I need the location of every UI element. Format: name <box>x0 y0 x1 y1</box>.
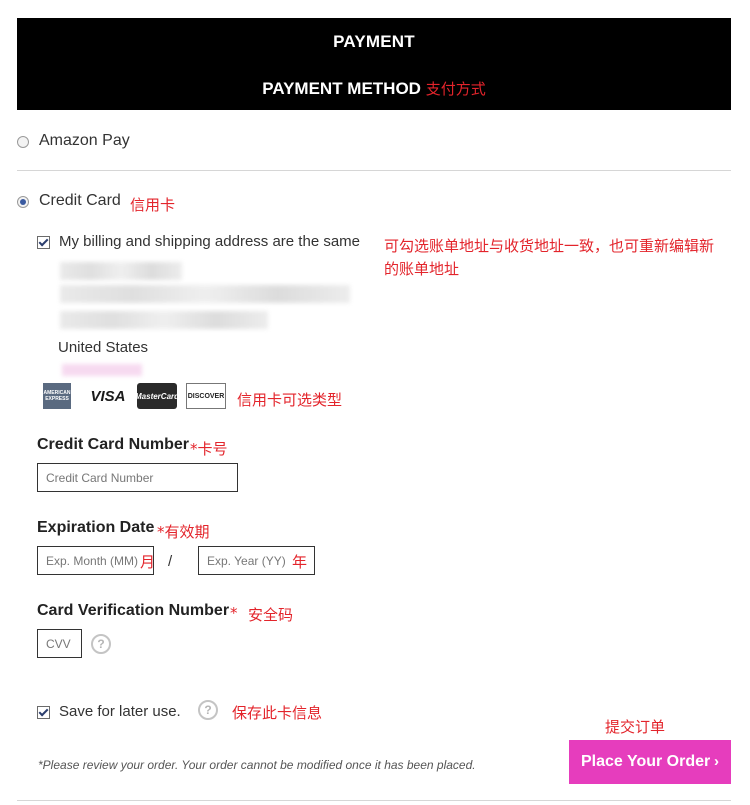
credit-card-radio[interactable] <box>17 196 29 208</box>
exp-separator: / <box>168 553 173 570</box>
exp-year-note: 年 <box>292 553 308 571</box>
same-address-checkbox[interactable] <box>37 236 50 249</box>
place-order-label: Place Your Order <box>581 753 711 770</box>
redacted-address-line <box>60 285 350 303</box>
credit-card-label[interactable]: Credit Card <box>39 192 121 210</box>
redacted-phone <box>62 364 142 376</box>
exp-month-input[interactable] <box>37 546 154 575</box>
amex-card-icon: AMERICAN EXPRESS <box>43 383 71 409</box>
cvv-note: 安全码 <box>248 606 294 624</box>
same-address-label[interactable]: My billing and shipping address are the … <box>59 233 360 250</box>
section-title: PAYMENT METHOD 支付方式 <box>17 78 731 99</box>
cvv-help-icon[interactable]: ? <box>91 634 111 654</box>
billing-country: United States <box>58 339 149 356</box>
redacted-address-line <box>60 311 268 329</box>
amazon-pay-radio[interactable] <box>17 136 29 148</box>
discover-card-icon: DISCOVER <box>186 383 226 409</box>
save-card-label[interactable]: Save for later use. <box>59 703 181 720</box>
section-title-note: 支付方式 <box>425 80 486 98</box>
billing-note-line1: 可勾选账单地址与收货地址一致，也可重新编辑新 <box>384 237 715 255</box>
visa-card-icon: VISA <box>90 387 126 405</box>
cvv-label: Card Verification Number <box>37 602 230 619</box>
chevron-right-icon: › <box>714 753 719 770</box>
expiration-required: *有效期 <box>157 523 210 541</box>
mastercard-card-icon: MasterCard <box>135 383 179 409</box>
order-disclaimer: *Please review your order. Your order ca… <box>38 758 476 772</box>
divider <box>17 170 731 171</box>
credit-card-note: 信用卡 <box>130 196 176 214</box>
card-types-note: 信用卡可选类型 <box>237 391 343 409</box>
place-order-button[interactable]: Place Your Order › <box>569 740 731 784</box>
card-number-required: *卡号 <box>190 440 228 458</box>
section-title-text: PAYMENT METHOD <box>262 79 421 98</box>
save-card-checkbox[interactable] <box>37 706 50 719</box>
amazon-pay-label[interactable]: Amazon Pay <box>39 132 130 150</box>
payment-header: PAYMENT PAYMENT METHOD 支付方式 <box>17 18 731 110</box>
card-number-label: Credit Card Number <box>37 436 190 453</box>
billing-note-line2: 的账单地址 <box>384 260 460 278</box>
cvv-input[interactable] <box>37 629 82 658</box>
place-order-note: 提交订单 <box>605 718 666 736</box>
exp-month-note: 月 <box>140 553 156 571</box>
divider <box>17 800 731 801</box>
cvv-required: * <box>230 604 238 622</box>
expiration-label: Expiration Date <box>37 519 155 536</box>
save-card-note: 保存此卡信息 <box>232 704 323 722</box>
save-help-icon[interactable]: ? <box>198 700 218 720</box>
page-title: PAYMENT <box>333 32 415 51</box>
card-number-input[interactable] <box>37 463 238 492</box>
redacted-address-line <box>60 262 182 280</box>
